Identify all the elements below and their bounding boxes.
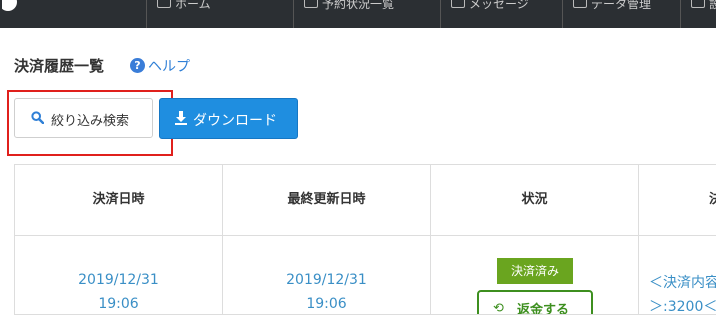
- settings-icon: [691, 0, 705, 8]
- nav-item-label: データ管理: [591, 0, 652, 11]
- column-header-detail[interactable]: 決済内容: [638, 164, 716, 236]
- refund-icon: ⟲: [493, 301, 504, 315]
- logo-icon: [0, 0, 17, 11]
- nav-item-label: ホーム: [175, 0, 211, 11]
- payment-history-table: 決済日時 最終更新日時 状況 決済内容 2019/12/31 19:06 201…: [14, 164, 716, 315]
- nav-item-settings[interactable]: 設定: [680, 0, 716, 28]
- column-header-payment-date[interactable]: 決済日時: [14, 164, 223, 236]
- nav-item-messages[interactable]: メッセージ: [440, 0, 563, 28]
- table-cell-payment-date: 2019/12/31 19:06: [14, 236, 223, 315]
- refund-label: 返金する: [517, 303, 570, 315]
- download-icon: [175, 111, 187, 125]
- app-logo[interactable]: [0, 0, 142, 28]
- help-icon[interactable]: ?: [130, 58, 145, 73]
- nav-item-home[interactable]: ホーム: [146, 0, 294, 28]
- table-cell-updated-date: 2019/12/31 19:06: [222, 236, 431, 315]
- download-label: ダウンロード: [193, 113, 277, 129]
- nav-item-label: 予約状況一覧: [322, 0, 395, 11]
- highlight-box: [7, 90, 173, 156]
- payment-detail-line2[interactable]: ＞:3200＜: [649, 296, 716, 314]
- status-badge: 決済済み: [497, 258, 573, 284]
- message-icon: [451, 0, 465, 8]
- nav-item-label: メッセージ: [469, 0, 529, 11]
- help-link[interactable]: ヘルプ: [148, 56, 190, 76]
- nav-item-reservations[interactable]: 予約状況一覧: [293, 0, 441, 28]
- page-title: 決済履歴一覧: [14, 57, 105, 75]
- column-header-status[interactable]: 状況: [430, 164, 639, 236]
- data-icon: [573, 0, 587, 8]
- top-navigation-bar: ホーム 予約状況一覧 メッセージ データ管理 設定: [0, 0, 716, 28]
- payment-detail-line1[interactable]: ＜決済内容: [649, 272, 716, 292]
- refund-button[interactable]: ⟲ 返金する: [477, 290, 593, 315]
- table-cell-status: 決済済み ⟲ 返金する: [430, 236, 639, 315]
- table-cell-detail: ＜決済内容 ＞:3200＜: [638, 236, 716, 315]
- home-icon: [157, 0, 171, 8]
- nav-item-data[interactable]: データ管理: [562, 0, 681, 28]
- payment-time[interactable]: 19:06: [15, 296, 222, 312]
- updated-time[interactable]: 19:06: [223, 296, 430, 312]
- download-button[interactable]: ダウンロード: [159, 98, 298, 139]
- column-header-updated-date[interactable]: 最終更新日時: [222, 164, 431, 236]
- payment-date[interactable]: 2019/12/31: [15, 272, 222, 288]
- calendar-icon: [304, 0, 318, 8]
- updated-date[interactable]: 2019/12/31: [223, 272, 430, 288]
- nav-item-label: 設定: [709, 0, 716, 11]
